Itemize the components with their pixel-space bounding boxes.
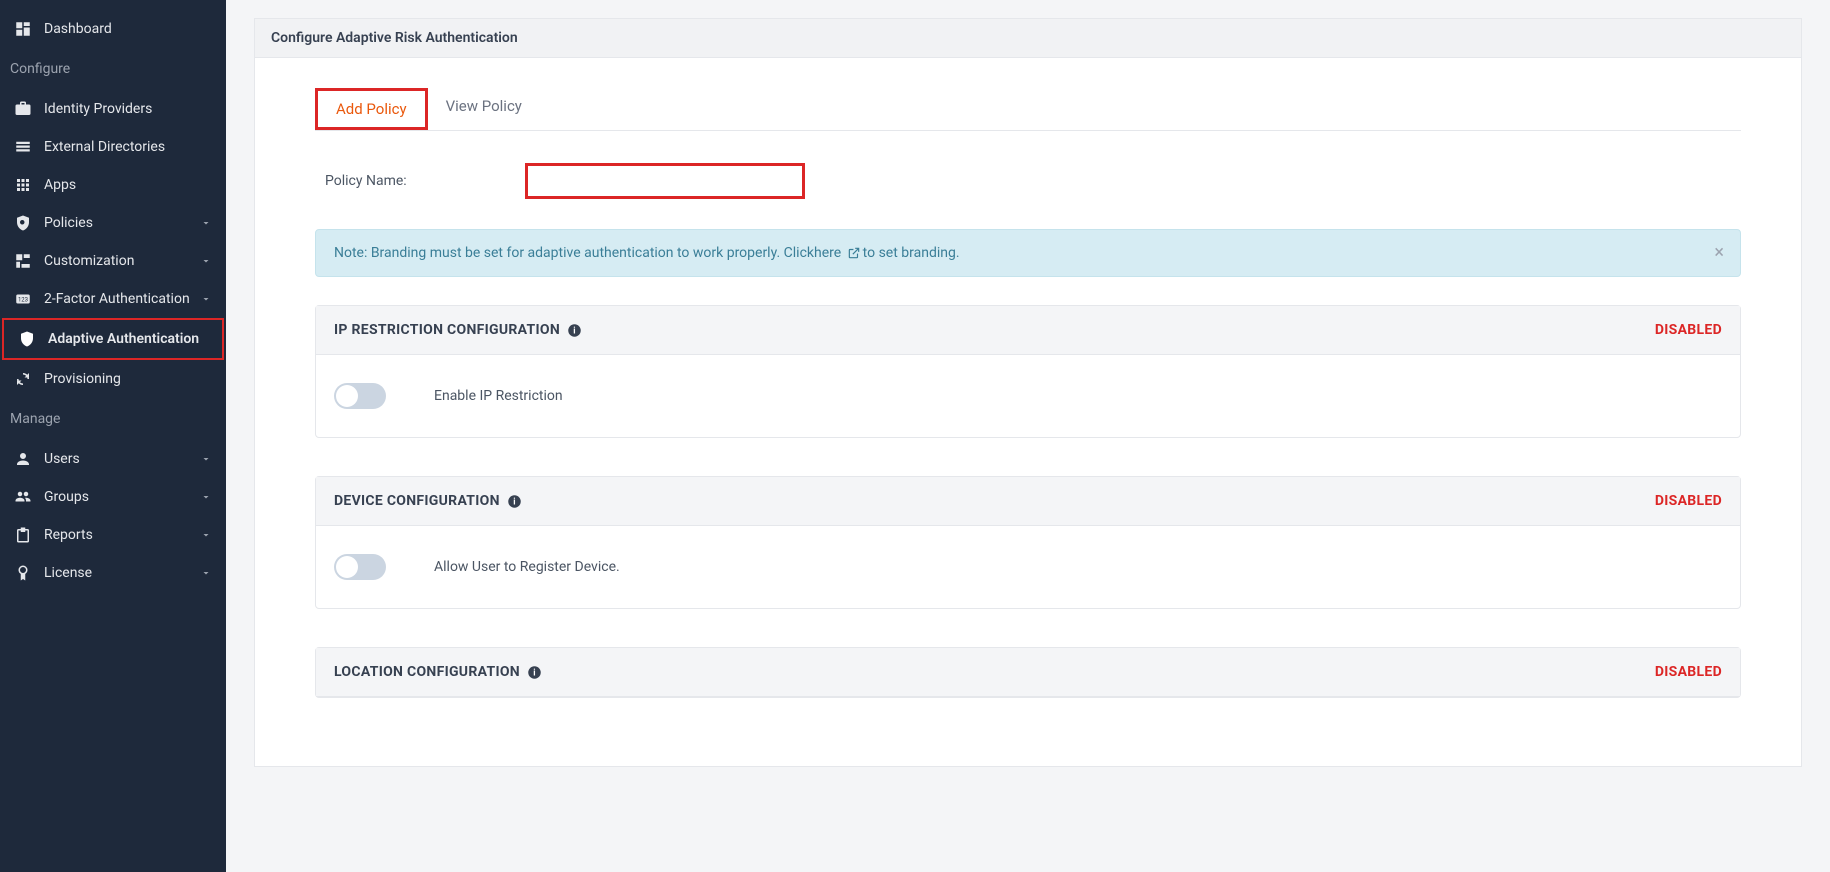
main-content: Configure Adaptive Risk Authentication A… bbox=[226, 0, 1830, 872]
card-title: IP RESTRICTION CONFIGURATION i bbox=[334, 322, 582, 338]
status-badge: DISABLED bbox=[1655, 664, 1722, 680]
sidebar-item-label: License bbox=[44, 565, 92, 581]
sidebar-item-adaptive-auth[interactable]: Adaptive Authentication bbox=[2, 318, 224, 360]
sidebar-item-label: Policies bbox=[44, 215, 93, 231]
device-register-toggle[interactable] bbox=[334, 554, 386, 580]
sidebar-item-label: External Directories bbox=[44, 139, 165, 155]
location-config-card: LOCATION CONFIGURATION i DISABLED bbox=[315, 647, 1741, 698]
sidebar-section-manage: Manage bbox=[0, 398, 226, 440]
sidebar-item-label: Identity Providers bbox=[44, 101, 152, 117]
chevron-down-icon bbox=[200, 453, 212, 465]
card-header: LOCATION CONFIGURATION i DISABLED bbox=[316, 648, 1740, 697]
tab-view-policy[interactable]: View Policy bbox=[428, 88, 540, 130]
sidebar: Dashboard Configure Identity Providers E… bbox=[0, 0, 226, 872]
briefcase-icon bbox=[14, 100, 32, 118]
ip-restriction-card: IP RESTRICTION CONFIGURATION i DISABLED … bbox=[315, 305, 1741, 438]
card-body: Allow User to Register Device. bbox=[316, 526, 1740, 608]
sync-icon bbox=[14, 370, 32, 388]
sidebar-item-label: Provisioning bbox=[44, 371, 121, 387]
sidebar-item-policies[interactable]: Policies bbox=[0, 204, 226, 242]
toggle-label: Enable IP Restriction bbox=[434, 388, 563, 404]
svg-text:123: 123 bbox=[18, 296, 28, 303]
number-icon: 123 bbox=[14, 290, 32, 308]
group-icon bbox=[14, 488, 32, 506]
sidebar-item-identity-providers[interactable]: Identity Providers bbox=[0, 90, 226, 128]
chevron-down-icon bbox=[200, 567, 212, 579]
sidebar-item-label: Groups bbox=[44, 489, 89, 505]
tab-add-policy[interactable]: Add Policy bbox=[315, 88, 428, 130]
sidebar-item-label: Dashboard bbox=[44, 21, 112, 37]
chevron-down-icon bbox=[200, 217, 212, 229]
sidebar-item-label: Adaptive Authentication bbox=[48, 331, 199, 347]
status-badge: DISABLED bbox=[1655, 493, 1722, 509]
sidebar-item-license[interactable]: License bbox=[0, 554, 226, 592]
tabs: Add Policy View Policy bbox=[315, 88, 1741, 131]
sidebar-item-provisioning[interactable]: Provisioning bbox=[0, 360, 226, 398]
info-text-prefix: Note: Branding must be set for adaptive … bbox=[334, 245, 814, 261]
sidebar-item-reports[interactable]: Reports bbox=[0, 516, 226, 554]
svg-text:i: i bbox=[573, 326, 576, 336]
user-icon bbox=[14, 450, 32, 468]
sidebar-item-groups[interactable]: Groups bbox=[0, 478, 226, 516]
page-title: Configure Adaptive Risk Authentication bbox=[254, 18, 1802, 58]
svg-text:i: i bbox=[533, 668, 536, 678]
content-area: Add Policy View Policy Policy Name: Note… bbox=[254, 58, 1802, 767]
apps-icon bbox=[14, 176, 32, 194]
sidebar-item-label: 2-Factor Authentication bbox=[44, 291, 190, 307]
customize-icon bbox=[14, 252, 32, 270]
policy-name-input[interactable] bbox=[525, 163, 805, 199]
ip-restriction-toggle[interactable] bbox=[334, 383, 386, 409]
dashboard-icon bbox=[14, 20, 32, 38]
chevron-down-icon bbox=[200, 529, 212, 541]
toggle-label: Allow User to Register Device. bbox=[434, 559, 620, 575]
branding-info-box: Note: Branding must be set for adaptive … bbox=[315, 229, 1741, 277]
award-icon bbox=[14, 564, 32, 582]
list-icon bbox=[14, 138, 32, 156]
external-link-icon bbox=[847, 246, 861, 260]
sidebar-item-apps[interactable]: Apps bbox=[0, 166, 226, 204]
sidebar-item-users[interactable]: Users bbox=[0, 440, 226, 478]
sidebar-item-label: Apps bbox=[44, 177, 76, 193]
status-badge: DISABLED bbox=[1655, 322, 1722, 338]
device-config-card: DEVICE CONFIGURATION i DISABLED Allow Us… bbox=[315, 476, 1741, 609]
sidebar-section-configure: Configure bbox=[0, 48, 226, 90]
info-icon[interactable]: i bbox=[527, 665, 542, 680]
sidebar-item-dashboard[interactable]: Dashboard bbox=[0, 10, 226, 48]
clipboard-icon bbox=[14, 526, 32, 544]
branding-link[interactable]: here bbox=[814, 245, 863, 261]
sidebar-item-external-directories[interactable]: External Directories bbox=[0, 128, 226, 166]
info-icon[interactable]: i bbox=[507, 494, 522, 509]
card-header: IP RESTRICTION CONFIGURATION i DISABLED bbox=[316, 306, 1740, 355]
card-header: DEVICE CONFIGURATION i DISABLED bbox=[316, 477, 1740, 526]
policy-name-row: Policy Name: bbox=[315, 153, 1741, 229]
sidebar-item-label: Users bbox=[44, 451, 80, 467]
shield-check-icon bbox=[18, 330, 36, 348]
card-title: LOCATION CONFIGURATION i bbox=[334, 664, 542, 680]
card-body: Enable IP Restriction bbox=[316, 355, 1740, 437]
shield-search-icon bbox=[14, 214, 32, 232]
info-text-suffix: to set branding. bbox=[863, 245, 960, 261]
policy-name-label: Policy Name: bbox=[325, 173, 525, 189]
info-icon[interactable]: i bbox=[567, 323, 582, 338]
sidebar-item-label: Customization bbox=[44, 253, 134, 269]
svg-text:i: i bbox=[513, 497, 516, 507]
chevron-down-icon bbox=[200, 293, 212, 305]
sidebar-item-customization[interactable]: Customization bbox=[0, 242, 226, 280]
sidebar-item-label: Reports bbox=[44, 527, 93, 543]
chevron-down-icon bbox=[200, 491, 212, 503]
chevron-down-icon bbox=[200, 255, 212, 267]
close-icon[interactable]: × bbox=[1714, 244, 1724, 262]
sidebar-item-2factor[interactable]: 123 2-Factor Authentication bbox=[0, 280, 226, 318]
card-title: DEVICE CONFIGURATION i bbox=[334, 493, 522, 509]
